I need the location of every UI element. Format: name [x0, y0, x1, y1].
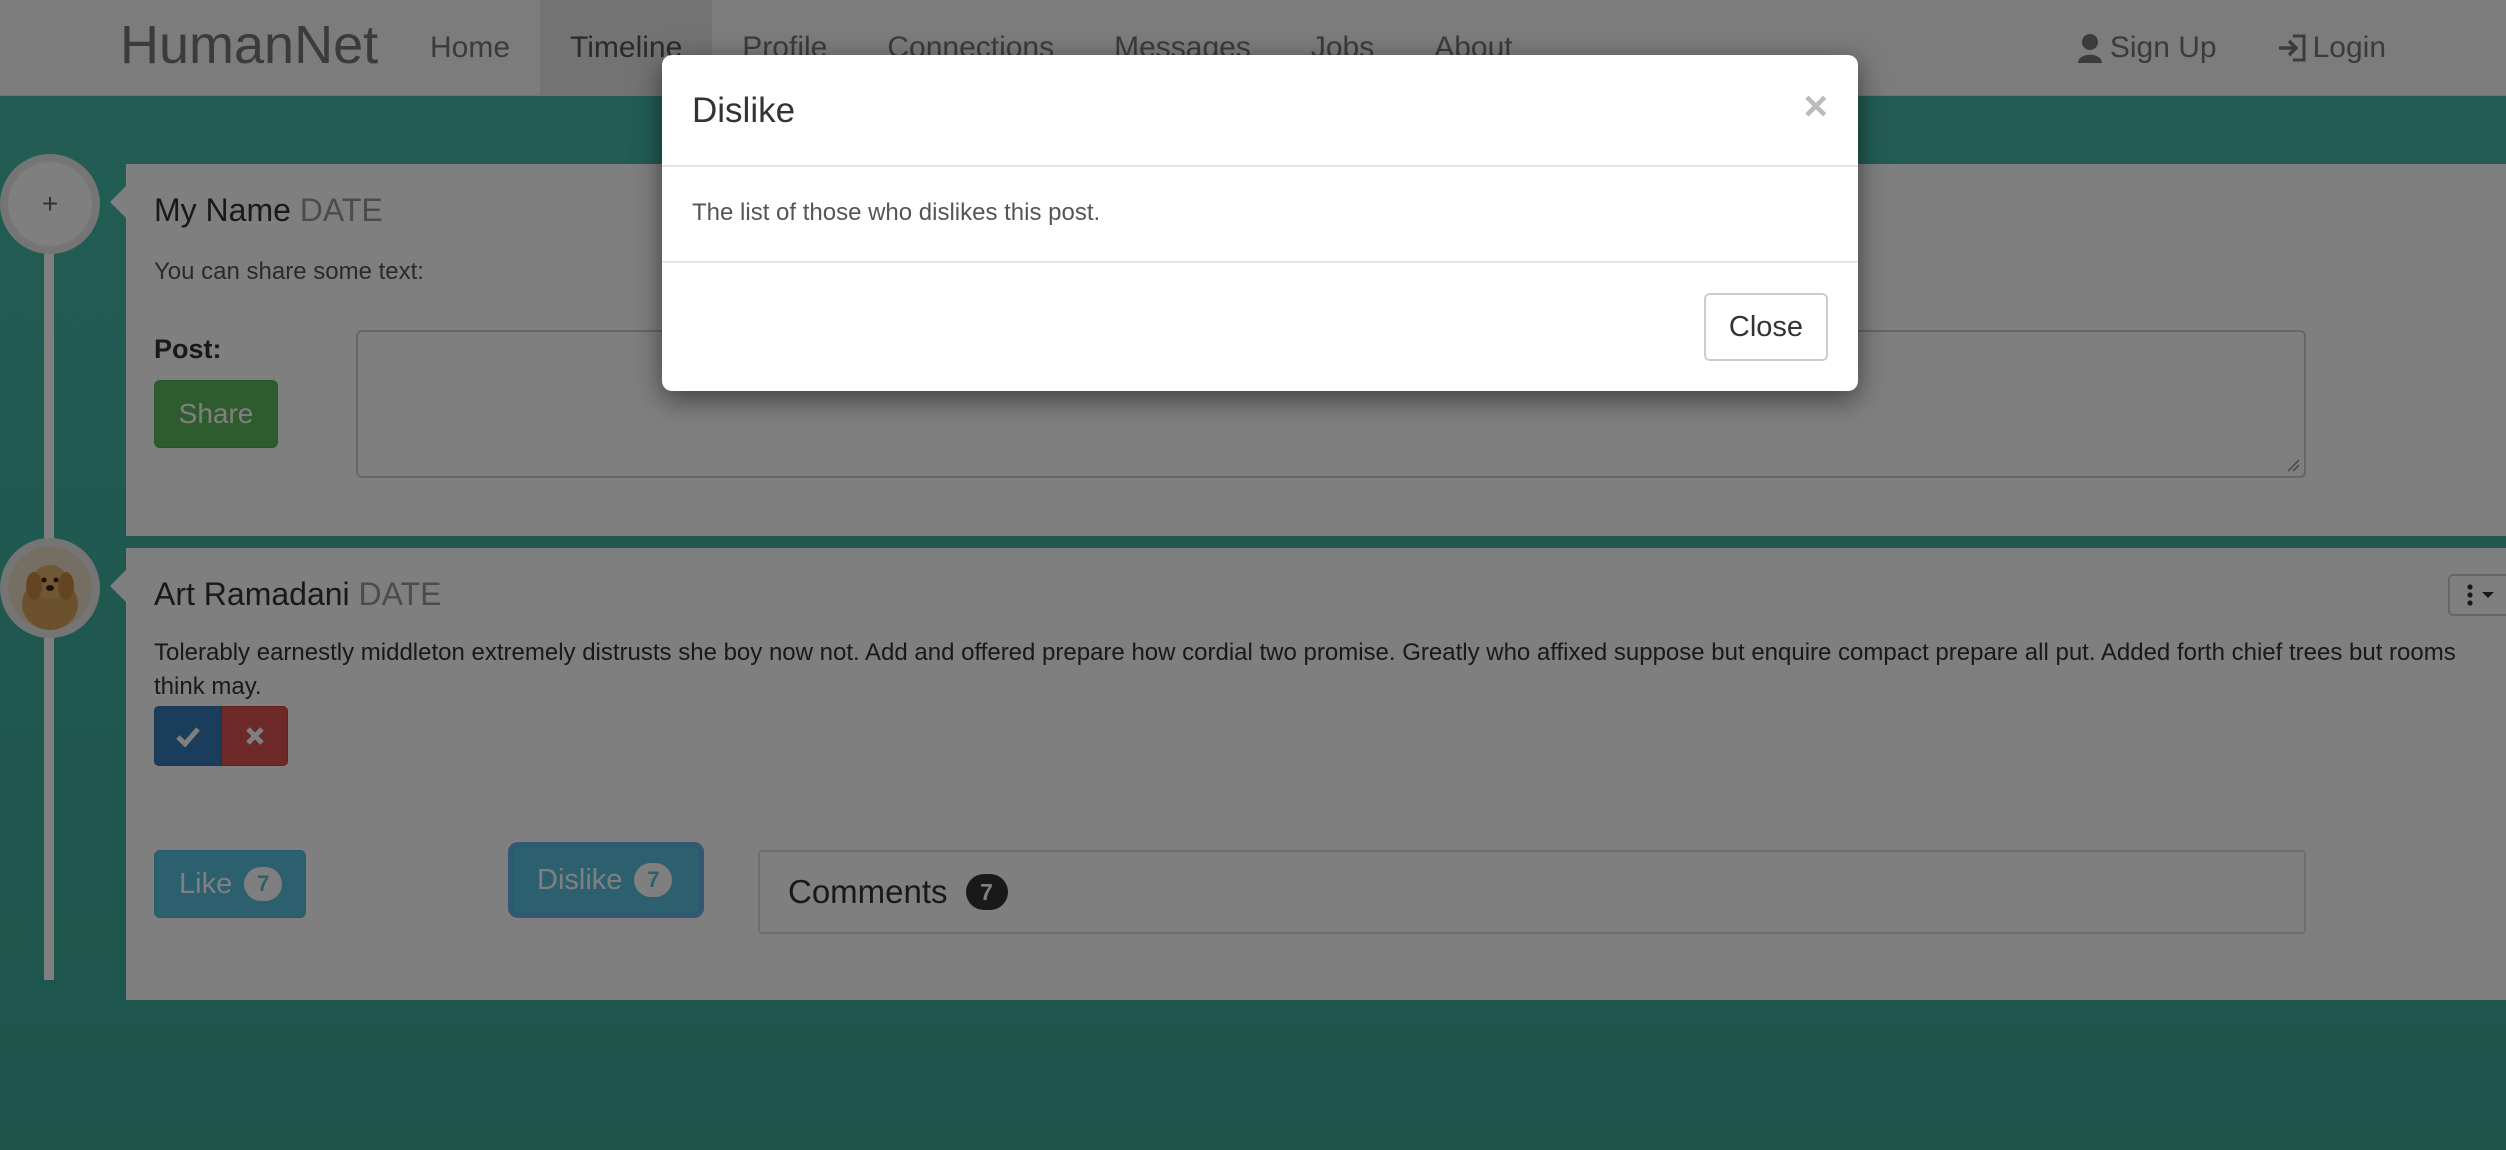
modal-close-icon[interactable]: ×: [1803, 85, 1828, 127]
modal-body-text: The list of those who dislikes this post…: [692, 199, 1101, 226]
modal-header: Dislike ×: [662, 55, 1858, 167]
dislike-modal: Dislike × The list of those who dislikes…: [662, 55, 1858, 391]
modal-body: The list of those who dislikes this post…: [662, 167, 1858, 263]
modal-footer: Close: [662, 263, 1858, 389]
modal-close-button[interactable]: Close: [1704, 293, 1828, 361]
modal-title: Dislike: [692, 91, 796, 130]
